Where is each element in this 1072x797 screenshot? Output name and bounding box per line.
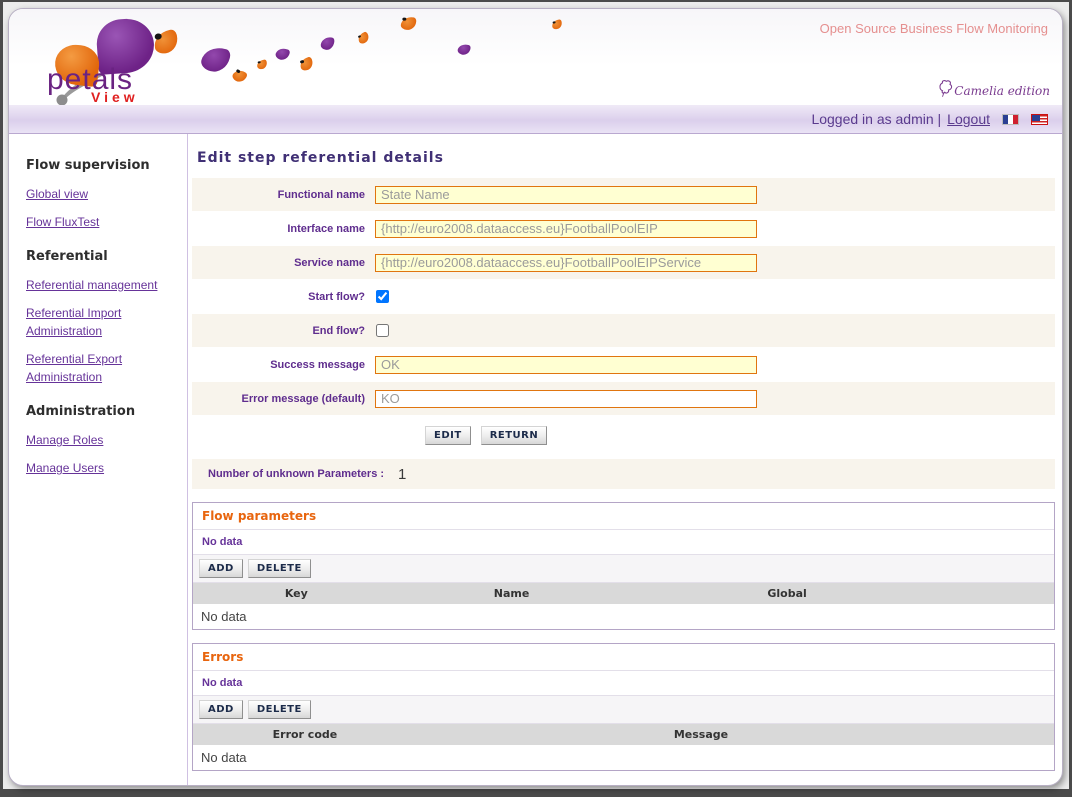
petal-decoration-icon [320, 36, 335, 51]
errors-header-row: Error code Message [193, 724, 1054, 745]
column-header-empty [985, 724, 1054, 745]
flow-parameters-header-row: Key Name Global [193, 583, 1054, 604]
petal-decoration-icon [400, 16, 416, 30]
flow-parameters-actions: ADD DELETE [193, 555, 1054, 583]
sidebar-section-referential: Referential [26, 249, 179, 264]
column-header-global: Global [623, 583, 950, 604]
form-row-start-flow: Start flow? [192, 280, 1055, 313]
column-header-message: Message [417, 724, 985, 745]
flow-parameters-title: Flow parameters [193, 503, 1054, 530]
errors-actions: ADD DELETE [193, 696, 1054, 724]
column-header-empty [951, 583, 1054, 604]
sidebar-item-referential-import[interactable]: Referential Import Administration [26, 304, 179, 340]
edition-label: Camelia edition [938, 79, 1050, 98]
petal-decoration-icon [231, 68, 248, 85]
sidebar-item-manage-users[interactable]: Manage Users [26, 459, 179, 477]
flow-parameters-table: Key Name Global No data [193, 583, 1054, 629]
petal-decoration-icon [551, 19, 562, 30]
petal-decoration-icon [298, 56, 314, 71]
petal-decoration-icon [199, 44, 231, 75]
page-title: Edit step referential details [197, 150, 1055, 166]
service-name-label: Service name [192, 257, 375, 269]
browser-viewport: petals View Open Source Business Flow Mo… [0, 0, 1072, 797]
form-row-end-flow: End flow? [192, 314, 1055, 347]
sidebar-item-global-view[interactable]: Global view [26, 185, 179, 203]
return-button[interactable]: RETURN [481, 426, 548, 445]
logout-link[interactable]: Logout [947, 111, 990, 127]
petal-decoration-icon [256, 59, 267, 69]
sidebar-section-administration: Administration [26, 404, 179, 419]
column-header-error-code: Error code [193, 724, 417, 745]
sidebar-item-referential-export[interactable]: Referential Export Administration [26, 350, 179, 386]
petal-decoration-icon [274, 46, 290, 62]
service-name-input[interactable] [375, 254, 757, 272]
errors-empty-cell: No data [193, 745, 1054, 770]
flow-parameters-empty-row: No data [193, 604, 1054, 629]
main-panel: Edit step referential details Functional… [187, 134, 1062, 786]
errors-add-button[interactable]: ADD [199, 700, 243, 719]
errors-empty-row: No data [193, 745, 1054, 770]
form-row-service-name: Service name [192, 246, 1055, 279]
form-row-interface-name: Interface name [192, 212, 1055, 245]
errors-section: Errors No data ADD DELETE Error code M [192, 643, 1055, 771]
errors-delete-button[interactable]: DELETE [248, 700, 311, 719]
success-message-label: Success message [192, 359, 375, 371]
page-card: petals View Open Source Business Flow Mo… [8, 8, 1063, 786]
functional-name-label: Functional name [192, 189, 375, 201]
flow-parameters-delete-button[interactable]: DELETE [248, 559, 311, 578]
form-row-success-message: Success message [192, 348, 1055, 381]
flow-parameters-add-button[interactable]: ADD [199, 559, 243, 578]
end-flow-label: End flow? [192, 325, 375, 337]
content-area: Flow supervision Global view Flow FluxTe… [9, 134, 1062, 786]
column-header-key: Key [193, 583, 400, 604]
camelia-flower-icon [938, 79, 953, 98]
interface-name-label: Interface name [192, 223, 375, 235]
sidebar-item-manage-roles[interactable]: Manage Roles [26, 431, 179, 449]
user-bar: Logged in as admin | Logout [9, 104, 1062, 134]
interface-name-input[interactable] [375, 220, 757, 238]
success-message-input[interactable] [375, 356, 757, 374]
flow-parameters-status: No data [193, 530, 1054, 555]
logged-in-text: Logged in as admin | [811, 111, 941, 127]
petal-decoration-icon [457, 43, 472, 57]
flow-parameters-section: Flow parameters No data ADD DELETE Key [192, 502, 1055, 630]
errors-status: No data [193, 671, 1054, 696]
start-flow-label: Start flow? [192, 291, 375, 303]
form-row-error-message: Error message (default) [192, 382, 1055, 415]
french-flag-icon[interactable] [1002, 114, 1019, 125]
form-actions: EDIT RETURN [192, 416, 1055, 449]
error-message-label: Error message (default) [192, 393, 375, 405]
end-flow-checkbox[interactable] [376, 324, 389, 337]
unknown-parameters-label: Number of unknown Parameters : [192, 468, 384, 480]
form-row-functional-name: Functional name [192, 178, 1055, 211]
functional-name-input[interactable] [375, 186, 757, 204]
sidebar-navigation: Flow supervision Global view Flow FluxTe… [9, 134, 187, 487]
logo-sub-text: View [91, 89, 139, 105]
site-tagline: Open Source Business Flow Monitoring [820, 21, 1048, 36]
us-flag-icon[interactable] [1031, 114, 1048, 125]
footer-text: . [280, 783, 1055, 786]
column-header-name: Name [400, 583, 624, 604]
error-message-input[interactable] [375, 390, 757, 408]
errors-table: Error code Message No data [193, 724, 1054, 770]
petal-decoration-icon [356, 31, 370, 45]
page-background: petals View Open Source Business Flow Mo… [3, 2, 1069, 789]
errors-title: Errors [193, 644, 1054, 671]
edition-text: Camelia edition [954, 84, 1050, 98]
unknown-parameters-row: Number of unknown Parameters : 1 [192, 459, 1055, 489]
flow-parameters-empty-cell: No data [193, 604, 1054, 629]
sidebar-item-flow-fluxtest[interactable]: Flow FluxTest [26, 213, 179, 231]
sidebar-item-referential-management[interactable]: Referential management [26, 276, 179, 294]
unknown-parameters-value: 1 [398, 466, 406, 483]
start-flow-checkbox[interactable] [376, 290, 389, 303]
petals-view-logo: petals View [47, 13, 197, 105]
edit-button[interactable]: EDIT [425, 426, 471, 445]
sidebar-section-flow-supervision: Flow supervision [26, 158, 179, 173]
site-header: petals View Open Source Business Flow Mo… [9, 9, 1062, 104]
